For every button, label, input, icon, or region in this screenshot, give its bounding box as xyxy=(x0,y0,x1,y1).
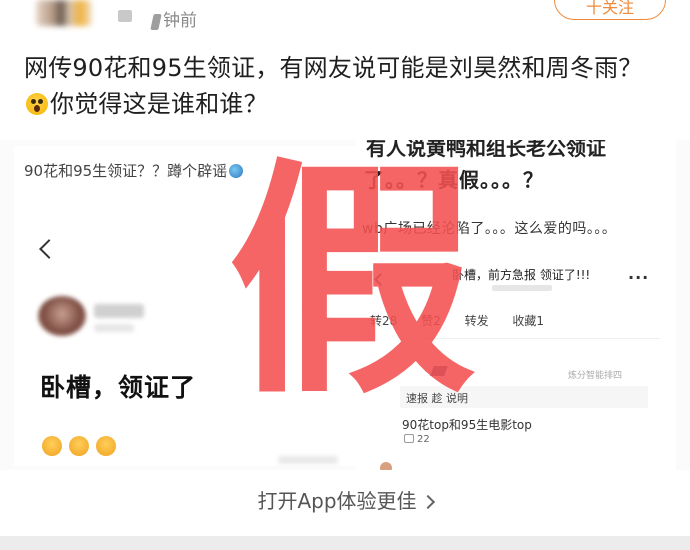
fake-stamp: 假 xyxy=(228,140,476,427)
tab-collect: 收藏1 xyxy=(512,314,545,328)
post-header: 钟前 十关注 xyxy=(0,0,690,36)
shocked-emoji-icon xyxy=(26,93,48,115)
left-caption: 90花和95生领证？？蹲个辟谣 xyxy=(24,160,244,181)
blurred-subtitle xyxy=(492,285,552,291)
thumb-up-icon xyxy=(404,434,414,443)
chevron-right-icon xyxy=(420,494,435,510)
back-chevron-icon xyxy=(39,239,59,259)
avatar[interactable] xyxy=(36,0,92,26)
sad-emoji-row xyxy=(42,436,123,460)
blurred-subtitle xyxy=(94,324,134,332)
gray-label: 炼分智能排四 xyxy=(568,371,623,381)
small-avatar xyxy=(380,462,392,470)
follow-button[interactable]: 十关注 xyxy=(554,0,666,20)
post-text-part2: 你觉得这是谁和谁？ xyxy=(50,90,268,118)
open-app-button[interactable]: 打开App体验更佳 xyxy=(0,470,690,532)
blurred-watermark xyxy=(278,456,338,464)
post-time: 钟前 xyxy=(163,11,197,31)
blurred-name xyxy=(94,304,144,318)
sad-emoji-icon xyxy=(96,436,116,456)
post-body: 网传90花和95生领证，有网友说可能是刘昊然和周冬雨？ 你觉得这是谁和谁？ xyxy=(24,50,664,122)
left-message: 卧槽，领证了 xyxy=(40,373,197,402)
comment-likes: 22 xyxy=(404,434,430,445)
blurred-avatar xyxy=(38,296,86,336)
more-icon: ··· xyxy=(628,268,650,287)
username-blur-2 xyxy=(150,14,162,30)
left-caption-text: 90花和95生领证？？蹲个辟谣 xyxy=(24,162,228,180)
likes-count: 22 xyxy=(417,434,430,445)
open-app-label: 打开App体验更佳 xyxy=(257,489,417,513)
right-post-title: 卧槽，前方急报 领证了!!! xyxy=(452,268,591,282)
post-image[interactable]: 90花和95生领证？？蹲个辟谣 卧槽，领证了 有人说黄鸭和组长老公领证 了。。？… xyxy=(0,140,690,470)
username-blur[interactable] xyxy=(118,10,132,22)
sad-emoji-icon xyxy=(42,436,62,456)
post-text-part1: 网传90花和95生领证，有网友说可能是刘昊然和周冬雨？ xyxy=(24,54,643,82)
bottom-strip xyxy=(0,536,690,550)
sad-emoji-icon xyxy=(69,436,89,456)
